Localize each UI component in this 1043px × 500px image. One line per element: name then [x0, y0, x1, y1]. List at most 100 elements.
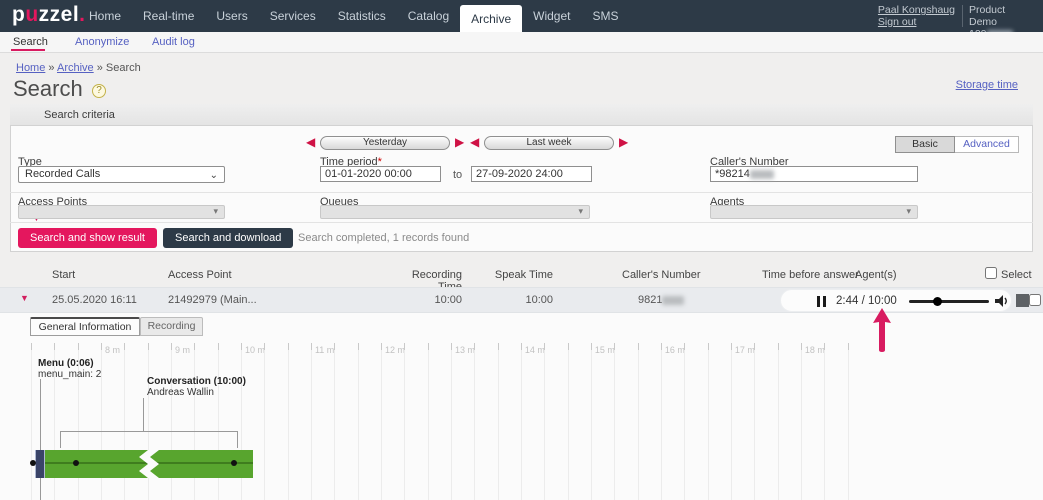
advanced-button[interactable]: Advanced	[955, 136, 1019, 153]
select-all-checkbox[interactable]	[985, 267, 997, 279]
chevron-down-icon: ▾	[213, 206, 218, 217]
audio-player: 2:44 / 10:00	[780, 289, 1012, 312]
menu-segment-bar	[35, 450, 45, 478]
divider	[10, 192, 1033, 193]
col-access-point: Access Point	[168, 269, 232, 281]
menu-connector-line	[40, 379, 41, 500]
agents-select[interactable]: ▾	[710, 205, 918, 219]
tab-audit-log[interactable]: Audit log	[152, 36, 195, 48]
top-navbar: puzzel. Home Real-time Users Services St…	[0, 0, 1043, 32]
player-slider[interactable]	[909, 300, 989, 303]
nav-item-services[interactable]: Services	[259, 0, 327, 32]
storage-time-link[interactable]: Storage time	[956, 79, 1018, 91]
col-select-label: Select	[1001, 269, 1032, 281]
chevron-down-icon: ▾	[578, 206, 583, 217]
row-caller: 9821	[638, 294, 684, 306]
next-week-icon[interactable]: ▶	[619, 135, 628, 149]
yesterday-button[interactable]: Yesterday	[320, 136, 450, 150]
row-speak-time: 10:00	[481, 294, 553, 306]
nav-divider	[962, 5, 963, 27]
stop-button[interactable]	[1016, 294, 1029, 307]
col-callers-number: Caller's Number	[622, 269, 701, 281]
col-time-before-answer: Time before answer	[762, 269, 859, 281]
conversation-bracket	[237, 431, 238, 448]
annotation-arrow-icon	[872, 307, 892, 353]
nav-item-archive[interactable]: Archive	[460, 5, 522, 32]
access-points-select[interactable]: ▾	[18, 205, 225, 219]
row-start: 25.05.2020 16:11	[52, 294, 137, 306]
help-icon[interactable]: ?	[92, 84, 106, 98]
nav-item-home[interactable]: Home	[78, 0, 132, 32]
nav-item-users[interactable]: Users	[205, 0, 258, 32]
row-access-point: 21492979 (Main...	[168, 294, 257, 306]
type-select[interactable]: Recorded Calls ⌄	[18, 166, 225, 183]
time-from-input[interactable]: 01-01-2020 00:00	[320, 166, 441, 182]
prev-week-icon[interactable]: ◀	[470, 135, 479, 149]
search-criteria-header[interactable]: ▼	[10, 104, 1033, 126]
search-show-result-button[interactable]: Search and show result	[18, 228, 157, 248]
redacted-caller-digits	[750, 170, 774, 179]
callers-number-input[interactable]: *98214	[710, 166, 918, 182]
breadcrumb-separator: »	[48, 62, 54, 74]
search-download-button[interactable]: Search and download	[163, 228, 293, 248]
conversation-bracket	[60, 431, 238, 432]
conversation-bracket	[60, 431, 61, 448]
main-nav: Home Real-time Users Services Statistics…	[78, 0, 630, 32]
last-week-button[interactable]: Last week	[484, 136, 614, 150]
event-dot	[73, 460, 79, 466]
tab-anonymize[interactable]: Anonymize	[75, 36, 129, 48]
user-menu: Paal Kongshaug Sign out	[878, 4, 955, 28]
prev-day-icon[interactable]: ◀	[306, 135, 315, 149]
redacted-caller-digits	[662, 296, 684, 305]
queues-select[interactable]: ▾	[320, 205, 590, 219]
time-to-input[interactable]: 27-09-2020 24:00	[471, 166, 592, 182]
to-label: to	[453, 169, 462, 181]
product-name: Product Demo	[969, 4, 1033, 28]
search-status-text: Search completed, 1 records found	[298, 232, 469, 244]
player-slider-handle[interactable]	[933, 297, 942, 306]
chevron-down-icon: ▾	[906, 206, 911, 217]
row-recording-time: 10:00	[390, 294, 462, 306]
type-select-value: Recorded Calls	[25, 168, 100, 180]
nav-item-statistics[interactable]: Statistics	[327, 0, 397, 32]
puzzel-logo: puzzel.	[12, 3, 86, 27]
time-break-icon	[136, 450, 162, 478]
page-title: Search	[13, 76, 83, 102]
breadcrumb-archive[interactable]: Archive	[57, 62, 94, 74]
next-day-icon[interactable]: ▶	[455, 135, 464, 149]
row-select-checkbox[interactable]	[1029, 294, 1041, 306]
pause-icon[interactable]	[817, 296, 826, 307]
divider	[10, 222, 1033, 223]
menu-segment-title: Menu (0:06)	[38, 358, 94, 369]
user-name-link[interactable]: Paal Kongshaug	[878, 4, 955, 16]
tab-general-information[interactable]: General Information	[30, 317, 140, 336]
breadcrumb-separator: »	[97, 62, 103, 74]
conversation-segment-subtitle: Andreas Wallin	[147, 387, 214, 398]
sign-out-link[interactable]: Sign out	[878, 16, 955, 28]
nav-item-sms[interactable]: SMS	[582, 0, 630, 32]
archive-search-page: puzzel. Home Real-time Users Services St…	[0, 0, 1043, 500]
col-agents: Agent(s)	[855, 269, 897, 281]
conversation-segment-title: Conversation (10:00)	[147, 376, 246, 387]
basic-button[interactable]: Basic	[895, 136, 955, 153]
player-time: 2:44 / 10:00	[836, 295, 897, 307]
breadcrumb-current: Search	[106, 62, 141, 74]
nav-item-widget[interactable]: Widget	[522, 0, 581, 32]
nav-item-catalog[interactable]: Catalog	[397, 0, 460, 32]
active-tab-underline	[11, 49, 45, 51]
criteria-header-label: Search criteria	[44, 109, 115, 121]
col-speak-time: Speak Time	[481, 269, 553, 281]
breadcrumb: Home » Archive » Search	[16, 62, 141, 74]
nav-item-real-time[interactable]: Real-time	[132, 0, 205, 32]
event-dot	[30, 460, 36, 466]
conversation-connector-line	[143, 398, 144, 431]
callers-number-value: *98214	[715, 168, 750, 180]
speaker-icon[interactable]	[995, 295, 1010, 310]
col-start: Start	[52, 269, 75, 281]
event-dot	[231, 460, 237, 466]
breadcrumb-home[interactable]: Home	[16, 62, 45, 74]
tab-recording[interactable]: Recording	[140, 317, 203, 336]
row-expand-triangle-icon[interactable]: ▼	[20, 293, 29, 303]
tab-search[interactable]: Search	[13, 36, 48, 48]
chevron-down-icon: ⌄	[210, 168, 218, 183]
